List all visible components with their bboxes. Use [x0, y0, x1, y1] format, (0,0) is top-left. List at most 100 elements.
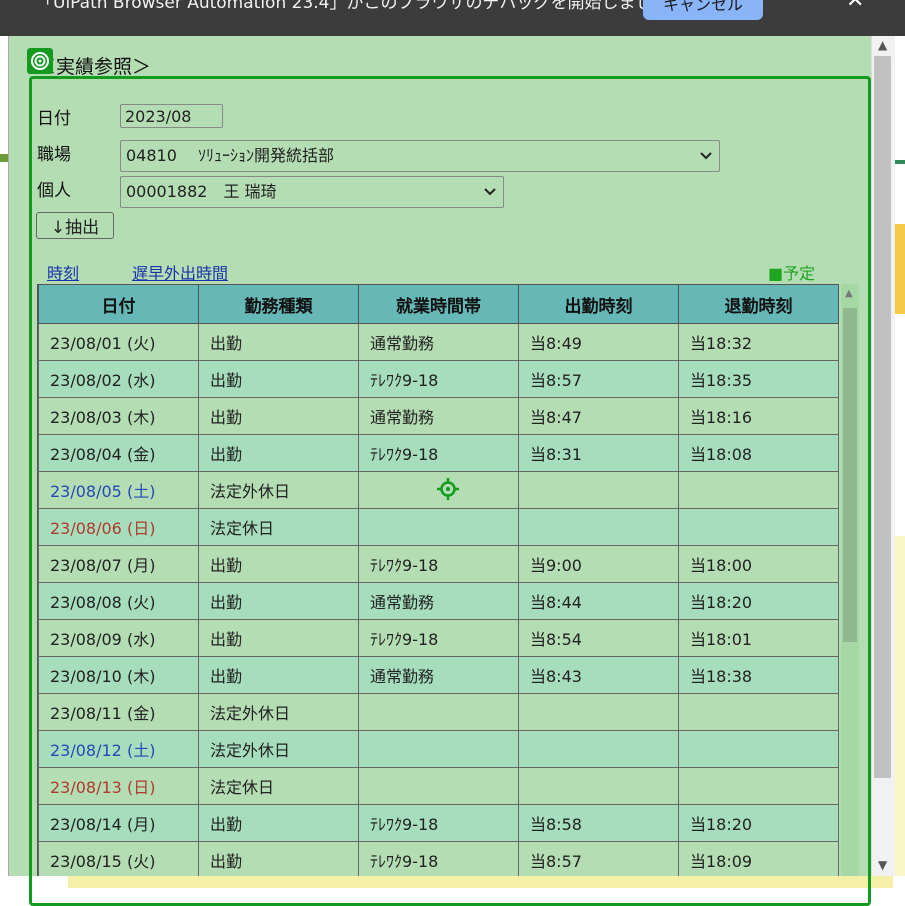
cell-work-type: 出勤 [198, 841, 359, 876]
cell-clock-out: 当18:16 [678, 397, 839, 435]
cell-clock-out: 当18:38 [678, 656, 839, 694]
cell-clock-out: 当18:20 [678, 582, 839, 620]
window-scroll-thumb[interactable] [874, 56, 891, 778]
table-row[interactable]: 23/08/12 (土) 法定外休日 [38, 730, 839, 768]
cell-work-band [358, 767, 519, 805]
cell-clock-in: 当8:49 [518, 323, 679, 361]
cell-clock-in: 当8:54 [518, 619, 679, 657]
cell-work-type: 出勤 [198, 397, 359, 435]
table-row[interactable]: 23/08/03 (木) 出勤 通常勤務 当8:47 当18:16 [38, 397, 839, 435]
cell-date: 23/08/01 (火) [38, 323, 199, 361]
person-select[interactable]: 00001882 王 瑞琦 [120, 176, 504, 208]
cell-clock-out [678, 508, 839, 546]
table-row[interactable]: 23/08/13 (日) 法定休日 [38, 767, 839, 805]
table-row[interactable]: 23/08/01 (火) 出勤 通常勤務 当8:49 当18:32 [38, 323, 839, 361]
cell-work-type: 出勤 [198, 360, 359, 398]
table-row[interactable]: 23/08/11 (金) 法定外休日 [38, 693, 839, 731]
cell-work-band [358, 508, 519, 546]
cell-clock-out: 当18:32 [678, 323, 839, 361]
cell-work-band: ﾃﾚﾜｸ9-18 [358, 360, 519, 398]
results-popup-window: ＜実績参照＞ 日付 2023/08 職場 04810 ｿﾘｭｰｼｮﾝ開発統括部 … [8, 36, 895, 906]
cell-clock-in [518, 471, 679, 509]
cell-clock-out [678, 471, 839, 509]
table-row[interactable]: 23/08/10 (木) 出勤 通常勤務 当8:43 当18:38 [38, 656, 839, 694]
cell-date: 23/08/08 (火) [38, 582, 199, 620]
cell-clock-out [678, 693, 839, 731]
person-selected-value: 00001882 王 瑞琦 [126, 182, 277, 201]
target-crosshair-icon [437, 478, 459, 500]
cell-work-type: 法定休日 [198, 767, 359, 805]
cell-work-type: 法定休日 [198, 508, 359, 546]
cell-work-type: 法定外休日 [198, 471, 359, 509]
background-page-left [0, 36, 8, 888]
table-row[interactable]: 23/08/04 (金) 出勤 ﾃﾚﾜｸ9-18 当8:31 当18:08 [38, 434, 839, 472]
cancel-button[interactable]: キャンセル [643, 0, 763, 20]
late-early-out-link[interactable]: 遅早外出時間 [132, 260, 228, 284]
cell-work-band: ﾃﾚﾜｸ9-18 [358, 619, 519, 657]
cell-work-band: ﾃﾚﾜｸ9-18 [358, 804, 519, 842]
cell-date: 23/08/09 (水) [38, 619, 199, 657]
date-label: 日付 [37, 109, 71, 129]
cell-work-type: 出勤 [198, 545, 359, 583]
table-row[interactable]: 23/08/07 (月) 出勤 ﾃﾚﾜｸ9-18 当9:00 当18:00 [38, 545, 839, 583]
table-row[interactable]: 23/08/08 (火) 出勤 通常勤務 当8:44 当18:20 [38, 582, 839, 620]
cell-work-band [358, 693, 519, 731]
cell-work-band: ﾃﾚﾜｸ9-18 [358, 434, 519, 472]
cell-work-band: 通常勤務 [358, 397, 519, 435]
cell-date: 23/08/07 (月) [38, 545, 199, 583]
cell-date: 23/08/06 (日) [38, 508, 199, 546]
col-header-clock-out: 退勤時刻 [678, 284, 839, 324]
date-field[interactable]: 2023/08 [120, 104, 223, 128]
cell-clock-in: 当8:43 [518, 656, 679, 694]
cell-date: 23/08/10 (木) [38, 656, 199, 694]
cell-date: 23/08/13 (日) [38, 767, 199, 805]
table-scroll-thumb[interactable] [843, 308, 857, 642]
cell-clock-in [518, 730, 679, 768]
cell-clock-in: 当8:31 [518, 434, 679, 472]
cell-clock-out: 当18:35 [678, 360, 839, 398]
table-row[interactable]: 23/08/09 (水) 出勤 ﾃﾚﾜｸ9-18 当8:54 当18:01 [38, 619, 839, 657]
col-header-clock-in: 出勤時刻 [518, 284, 679, 324]
table-row[interactable]: 23/08/02 (水) 出勤 ﾃﾚﾜｸ9-18 当8:57 当18:35 [38, 360, 839, 398]
scheduled-legend: ■予定 [768, 264, 816, 283]
background-page-bottom [68, 876, 893, 888]
cell-date: 23/08/14 (月) [38, 804, 199, 842]
table-body: 23/08/01 (火) 出勤 通常勤務 当8:49 当18:32 23/08/02 (水… [38, 323, 839, 876]
col-header-work-band: 就業時間帯 [358, 284, 519, 324]
table-row[interactable]: 23/08/06 (日) 法定休日 [38, 508, 839, 546]
cell-clock-in: 当8:58 [518, 804, 679, 842]
scroll-up-icon[interactable]: ▲ [845, 288, 853, 299]
chevron-down-icon [699, 141, 713, 181]
debug-notice-text: 「UiPath Browser Automation 23.4」がこのブラウザの… [36, 0, 670, 13]
close-icon[interactable]: ✕ [846, 0, 864, 13]
table-row[interactable]: 23/08/14 (月) 出勤 ﾃﾚﾜｸ9-18 当8:58 当18:20 [38, 804, 839, 842]
attendance-table-container: 日付 勤務種類 就業時間帯 出勤時刻 退勤時刻 23/08/01 (火) 出勤 通常… [37, 284, 868, 876]
cell-date: 23/08/15 (火) [38, 841, 199, 876]
workplace-select[interactable]: 04810 ｿﾘｭｰｼｮﾝ開発統括部 [120, 140, 720, 172]
window-scrollbar[interactable]: ▲ ▼ [871, 36, 895, 876]
table-scrollbar[interactable]: ▲ [841, 284, 859, 876]
cell-date: 23/08/11 (金) [38, 693, 199, 731]
page-title: ＜実績参照＞ [37, 56, 152, 78]
cell-work-band: 通常勤務 [358, 656, 519, 694]
debug-notification-bar: 「UiPath Browser Automation 23.4」がこのブラウザの… [0, 0, 905, 36]
cell-work-type: 出勤 [198, 619, 359, 657]
cell-work-type: 法定外休日 [198, 730, 359, 768]
table-row[interactable]: 23/08/15 (火) 出勤 ﾃﾚﾜｸ9-18 当8:57 当18:09 [38, 841, 839, 876]
cell-date: 23/08/02 (水) [38, 360, 199, 398]
scroll-down-icon[interactable]: ▼ [878, 858, 887, 872]
cell-clock-out [678, 767, 839, 805]
extract-button[interactable]: ↓抽出 [36, 212, 114, 239]
cell-clock-in: 当9:00 [518, 545, 679, 583]
cell-clock-out: 当18:09 [678, 841, 839, 876]
cell-clock-in: 当8:57 [518, 841, 679, 876]
cell-work-band: 通常勤務 [358, 323, 519, 361]
col-header-date: 日付 [38, 284, 199, 324]
workplace-selected-value: 04810 ｿﾘｭｰｼｮﾝ開発統括部 [126, 146, 334, 165]
cell-work-band: ﾃﾚﾜｸ9-18 [358, 545, 519, 583]
scroll-up-icon[interactable]: ▲ [878, 38, 887, 52]
cell-work-type: 出勤 [198, 323, 359, 361]
cell-work-type: 出勤 [198, 656, 359, 694]
cell-work-band: ﾃﾚﾜｸ9-18 [358, 841, 519, 876]
time-link[interactable]: 時刻 [47, 260, 79, 284]
